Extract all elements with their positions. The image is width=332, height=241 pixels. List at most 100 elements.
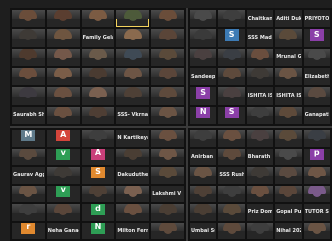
participant-tile[interactable] — [151, 68, 184, 86]
participant-tile[interactable] — [246, 48, 274, 66]
participant-tile[interactable]: TUTOR Sinha... — [303, 204, 330, 221]
participant-tile[interactable] — [190, 48, 217, 66]
participant-tile[interactable]: S — [218, 106, 245, 124]
participant-tile[interactable]: SSS Rushika rai... — [218, 167, 245, 184]
participant-tile[interactable] — [218, 68, 245, 86]
participant-tile[interactable] — [275, 148, 302, 165]
participant-tile[interactable]: Bharath Krishna... — [246, 148, 274, 165]
participant-tile[interactable]: A — [46, 130, 80, 147]
participant-tile[interactable] — [246, 167, 274, 184]
participant-tile[interactable] — [46, 68, 80, 86]
participant-tile[interactable] — [190, 10, 217, 28]
participant-tile[interactable] — [116, 10, 150, 28]
participant-tile[interactable] — [12, 68, 45, 86]
participant-tile[interactable] — [275, 68, 302, 86]
participant-tile[interactable] — [303, 87, 330, 105]
participant-tile[interactable] — [46, 29, 80, 47]
participant-tile[interactable] — [12, 185, 45, 202]
participant-tile[interactable] — [12, 29, 45, 47]
participant-tile[interactable] — [151, 106, 184, 124]
participant-tile[interactable]: v — [46, 185, 80, 202]
participant-tile[interactable] — [246, 222, 274, 239]
participant-tile[interactable] — [151, 222, 184, 239]
participant-tile[interactable] — [246, 185, 274, 202]
participant-tile[interactable] — [46, 48, 80, 66]
participant-tile[interactable] — [151, 48, 184, 66]
participant-tile[interactable] — [116, 204, 150, 221]
participant-tile[interactable] — [218, 204, 245, 221]
participant-tile[interactable] — [275, 106, 302, 124]
participant-tile[interactable]: ISHITA ISHITA — [246, 87, 274, 105]
participant-tile[interactable]: Umbai Surya — [190, 222, 217, 239]
participant-tile[interactable]: SSS Madhuri Kh... — [246, 29, 274, 47]
participant-tile[interactable] — [116, 29, 150, 47]
participant-tile[interactable] — [218, 222, 245, 239]
participant-tile[interactable]: Neha Ganagad... — [46, 222, 80, 239]
participant-tile[interactable]: Anirban Das 20... — [190, 148, 217, 165]
participant-tile[interactable] — [218, 10, 245, 28]
participant-tile[interactable]: Priz Domini P J... — [246, 204, 274, 221]
participant-tile[interactable] — [190, 167, 217, 184]
participant-tile[interactable]: S — [303, 29, 330, 47]
participant-tile[interactable]: Gaurav Aggarw... — [12, 167, 45, 184]
participant-tile[interactable]: v — [46, 148, 80, 165]
participant-tile[interactable]: M — [12, 130, 45, 147]
participant-tile[interactable]: Aditi Dukhale ... — [275, 10, 302, 28]
participant-tile[interactable] — [12, 148, 45, 165]
participant-tile[interactable]: PRIYOTOSH D... — [303, 10, 330, 28]
participant-tile[interactable] — [151, 10, 184, 28]
participant-tile[interactable] — [81, 68, 115, 86]
participant-tile[interactable] — [303, 222, 330, 239]
participant-tile[interactable]: Chaitkanya deni... — [246, 10, 274, 28]
participant-tile[interactable] — [151, 167, 184, 184]
participant-tile[interactable]: Dakuduthe Kut... — [116, 167, 150, 184]
participant-tile[interactable] — [218, 87, 245, 105]
participant-tile[interactable]: Gopal Punmetih... — [275, 204, 302, 221]
participant-tile[interactable] — [151, 148, 184, 165]
participant-tile[interactable] — [81, 48, 115, 66]
participant-tile[interactable] — [81, 130, 115, 147]
participant-tile[interactable]: Family Gelaz — [81, 29, 115, 47]
participant-tile[interactable] — [46, 10, 80, 28]
participant-tile[interactable] — [275, 29, 302, 47]
participant-tile[interactable] — [303, 130, 330, 147]
participant-tile[interactable] — [116, 185, 150, 202]
participant-tile[interactable] — [81, 106, 115, 124]
participant-tile[interactable] — [246, 106, 274, 124]
participant-tile[interactable] — [218, 48, 245, 66]
participant-tile[interactable] — [81, 185, 115, 202]
participant-tile[interactable]: p — [303, 148, 330, 165]
participant-tile[interactable] — [151, 29, 184, 47]
participant-tile[interactable] — [218, 130, 245, 147]
participant-tile[interactable]: Sandeep Dua J... — [190, 68, 217, 86]
participant-tile[interactable] — [116, 48, 150, 66]
participant-tile[interactable]: S — [81, 167, 115, 184]
participant-tile[interactable] — [303, 48, 330, 66]
participant-tile[interactable]: Milton Fernand... — [116, 222, 150, 239]
participant-tile[interactable] — [190, 204, 217, 221]
participant-tile[interactable] — [218, 148, 245, 165]
participant-tile[interactable] — [190, 130, 217, 147]
participant-tile[interactable]: S — [218, 29, 245, 47]
participant-tile[interactable] — [275, 167, 302, 184]
participant-tile[interactable] — [275, 185, 302, 202]
participant-tile[interactable] — [116, 87, 150, 105]
participant-tile[interactable] — [116, 148, 150, 165]
participant-tile[interactable] — [275, 130, 302, 147]
participant-tile[interactable]: N — [190, 106, 217, 124]
participant-tile[interactable] — [81, 87, 115, 105]
participant-tile[interactable]: ISHITA ISHITA — [275, 87, 302, 105]
participant-tile[interactable]: r — [12, 222, 45, 239]
participant-tile[interactable]: S — [190, 87, 217, 105]
participant-tile[interactable] — [151, 87, 184, 105]
participant-tile[interactable]: Saurabh Shahane — [12, 106, 45, 124]
participant-tile[interactable] — [303, 167, 330, 184]
participant-tile[interactable] — [190, 185, 217, 202]
participant-tile[interactable] — [12, 48, 45, 66]
participant-tile[interactable]: d — [81, 204, 115, 221]
participant-tile[interactable] — [12, 204, 45, 221]
participant-tile[interactable]: Lakshmi V 2020... — [151, 185, 184, 202]
participant-tile[interactable]: Elizabeth Jekayi... — [303, 68, 330, 86]
participant-tile[interactable]: Nihal 2020 TVM... — [275, 222, 302, 239]
participant-tile[interactable] — [151, 204, 184, 221]
